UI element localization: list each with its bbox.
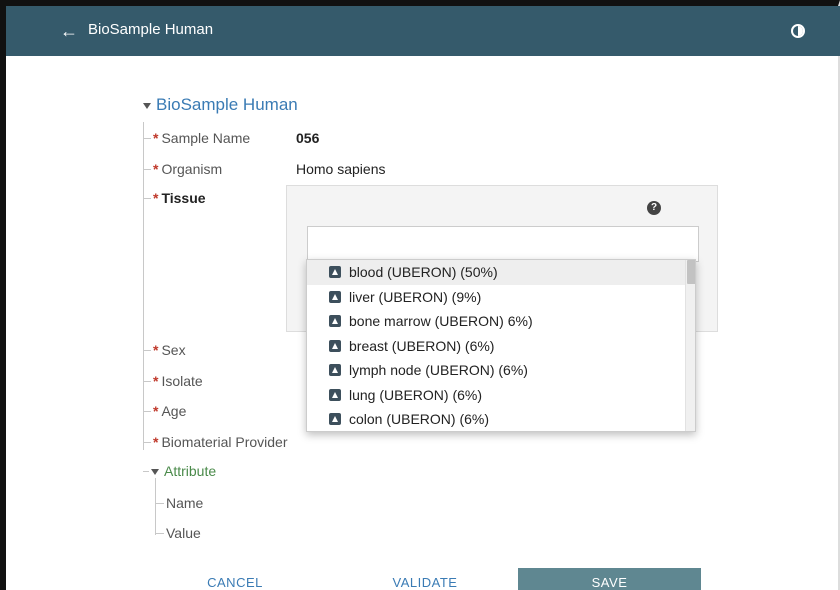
caret-down-icon: [143, 103, 151, 109]
suggestion-item[interactable]: lung (UBERON) (6%): [307, 383, 695, 408]
cancel-button[interactable]: CANCEL: [190, 568, 280, 590]
ontology-icon: [329, 290, 341, 303]
organism-value[interactable]: Homo sapiens: [296, 161, 386, 177]
validate-button[interactable]: VALIDATE: [370, 568, 480, 590]
suggestion-item[interactable]: liver (UBERON) (9%): [307, 285, 695, 310]
organism-label: * Organism: [143, 161, 222, 177]
sex-label: * Sex: [143, 342, 186, 358]
arrow-left-icon[interactable]: ←: [60, 21, 80, 41]
tissue-input[interactable]: [307, 226, 699, 262]
top-bar: ← BioSample Human: [6, 6, 840, 56]
suggestion-item[interactable]: blood (UBERON) (50%): [307, 260, 695, 285]
caret-down-icon: [151, 469, 159, 475]
biomaterial-provider-label: * Biomaterial Provider: [143, 434, 288, 450]
attribute-value-label: Value: [155, 525, 201, 541]
suggestion-item[interactable]: colon (UBERON) (6%): [307, 407, 695, 431]
section-title: BioSample Human: [156, 95, 298, 114]
sample-name-value[interactable]: 056: [296, 130, 319, 146]
dropdown-scrollbar[interactable]: [685, 260, 695, 431]
page-title: BioSample Human: [88, 21, 214, 38]
scroll-thumb[interactable]: [687, 260, 695, 284]
contrast-icon[interactable]: [791, 24, 805, 38]
ontology-icon: [329, 339, 341, 352]
tissue-label: * Tissue: [143, 190, 206, 206]
suggestion-item[interactable]: bone marrow (UBERON) 6%): [307, 309, 695, 334]
suggestion-dropdown: blood (UBERON) (50%) liver (UBERON) (9%)…: [306, 259, 696, 432]
ontology-icon: [329, 413, 341, 426]
sample-name-label: * Sample Name: [143, 130, 250, 146]
age-label: * Age: [143, 403, 186, 419]
question-circle-icon[interactable]: ?: [647, 201, 661, 215]
attribute-toggle[interactable]: Attribute: [143, 463, 216, 479]
ontology-icon: [329, 315, 341, 328]
section-toggle[interactable]: BioSample Human: [143, 95, 298, 115]
save-button[interactable]: SAVE: [518, 568, 701, 590]
ontology-icon: [329, 364, 341, 377]
attribute-name-label: Name: [155, 495, 203, 511]
suggestion-item[interactable]: lymph node (UBERON) (6%): [307, 358, 695, 383]
ontology-icon: [329, 266, 341, 279]
ontology-icon: [329, 388, 341, 401]
isolate-label: * Isolate: [143, 373, 203, 389]
suggestion-item[interactable]: breast (UBERON) (6%): [307, 334, 695, 359]
